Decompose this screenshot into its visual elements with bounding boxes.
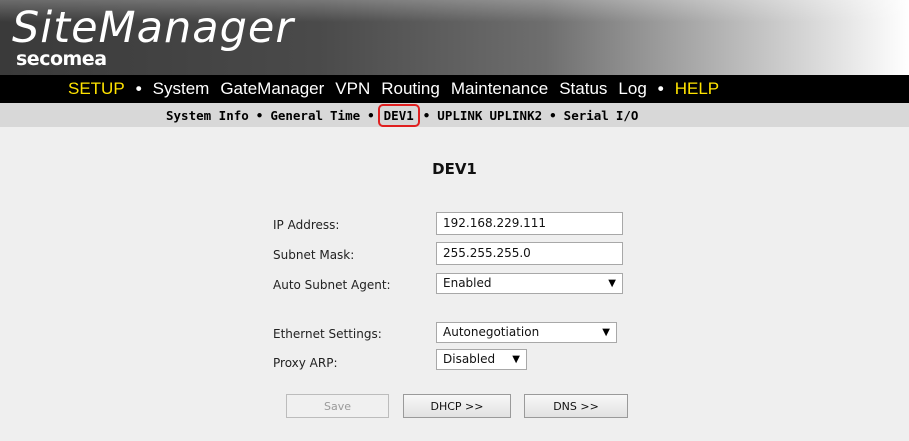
- subnav-separator: •: [422, 107, 431, 123]
- dns-button[interactable]: DNS >>: [524, 394, 628, 418]
- brand-logo: secomea: [16, 48, 107, 70]
- ip-address-input[interactable]: 192.168.229.111: [436, 212, 623, 235]
- proxy-arp-select[interactable]: Disabled ▼: [436, 349, 527, 370]
- dhcp-button[interactable]: DHCP >>: [403, 394, 511, 418]
- nav-separator: •: [657, 79, 664, 98]
- nav-item-help[interactable]: HELP: [675, 79, 719, 99]
- dropdown-arrow-icon: ▼: [512, 354, 520, 365]
- auto-subnet-agent-select[interactable]: Enabled ▼: [436, 273, 623, 294]
- ethernet-settings-value: Autonegotiation: [443, 325, 540, 339]
- page-title: DEV1: [432, 160, 477, 178]
- subnav-item-system-info[interactable]: System Info: [166, 108, 249, 123]
- subnav-item-general[interactable]: General: [270, 108, 323, 123]
- ethernet-settings-label: Ethernet Settings:: [273, 327, 382, 341]
- subnav-item-uplink[interactable]: UPLINK: [437, 108, 482, 123]
- content-panel: DEV1 IP Address: 192.168.229.111 Subnet …: [0, 127, 909, 441]
- subnav-item-uplink2[interactable]: UPLINK2: [489, 108, 542, 123]
- subnav-item-serial[interactable]: Serial: [564, 108, 609, 123]
- subnav-separator: •: [255, 107, 264, 123]
- subnav-item-io[interactable]: I/O: [616, 108, 639, 123]
- nav-item-gatemanager[interactable]: GateManager: [220, 79, 324, 99]
- proxy-arp-label: Proxy ARP:: [273, 356, 338, 370]
- dropdown-arrow-icon: ▼: [602, 327, 610, 338]
- auto-subnet-agent-value: Enabled: [443, 276, 492, 290]
- nav-separator: •: [135, 79, 142, 98]
- sub-nav: System Info • General Time • DEV1 • UPLI…: [0, 103, 909, 127]
- nav-item-status[interactable]: Status: [559, 79, 607, 99]
- subnav-item-time[interactable]: Time: [330, 108, 360, 123]
- ip-address-label: IP Address:: [273, 218, 340, 232]
- nav-item-vpn[interactable]: VPN: [335, 79, 370, 99]
- proxy-arp-value: Disabled: [443, 352, 496, 366]
- nav-item-system[interactable]: System: [153, 79, 210, 99]
- subnav-separator: •: [549, 107, 557, 123]
- ethernet-settings-select[interactable]: Autonegotiation ▼: [436, 322, 617, 343]
- main-nav: SETUP • System GateManager VPN Routing M…: [0, 75, 909, 103]
- save-button[interactable]: Save: [286, 394, 389, 418]
- subnet-mask-label: Subnet Mask:: [273, 248, 355, 262]
- nav-item-routing[interactable]: Routing: [381, 79, 440, 99]
- auto-subnet-agent-label: Auto Subnet Agent:: [273, 278, 391, 292]
- nav-item-maintenance[interactable]: Maintenance: [451, 79, 548, 99]
- dropdown-arrow-icon: ▼: [608, 278, 616, 289]
- app-title: SiteManager: [12, 3, 295, 53]
- app-header: SiteManager secomea: [0, 0, 909, 75]
- nav-item-log[interactable]: Log: [618, 79, 646, 99]
- subnet-mask-input[interactable]: 255.255.255.0: [436, 242, 623, 265]
- subnav-item-dev1[interactable]: DEV1: [377, 103, 420, 127]
- nav-item-setup[interactable]: SETUP: [68, 79, 125, 99]
- subnav-separator: •: [367, 107, 375, 123]
